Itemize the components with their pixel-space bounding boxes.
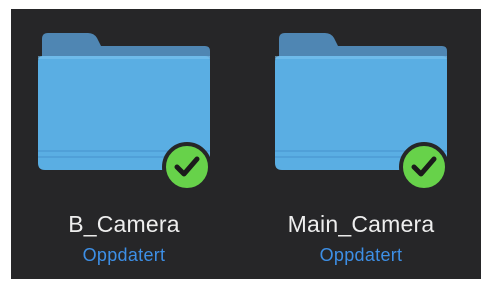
synced-checkmark-icon	[162, 142, 212, 190]
sync-status: Oppdatert	[82, 245, 166, 265]
folder-name: Main_Camera	[287, 211, 435, 237]
folder-item-main-camera[interactable]: Main_Camera Oppdatert	[263, 9, 463, 279]
synced-checkmark-icon	[399, 142, 449, 190]
folder-name: B_Camera	[68, 211, 180, 237]
folder-icon[interactable]	[34, 25, 214, 190]
sync-status: Oppdatert	[319, 245, 403, 265]
folder-icon[interactable]	[271, 25, 451, 190]
folder-item-b-camera[interactable]: B_Camera Oppdatert	[26, 9, 226, 279]
finder-folder-grid: B_Camera Oppdatert Main_Camera Oppdatert	[11, 9, 481, 279]
